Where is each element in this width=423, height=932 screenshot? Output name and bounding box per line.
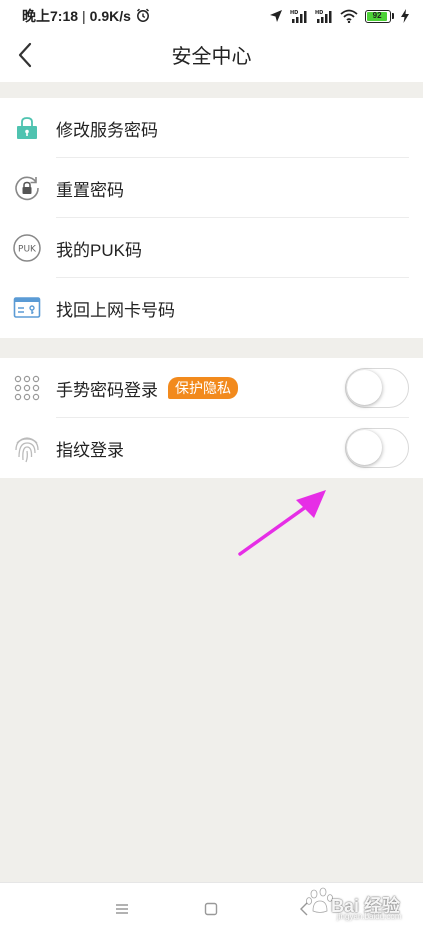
toggle-knob <box>347 430 382 465</box>
annotation-arrow-icon <box>238 490 326 556</box>
status-bar: 晚上7:18 | 0.9K/s HD HD 92 <box>0 0 423 32</box>
list-item-label: 重置密码 <box>56 180 124 200</box>
back-button[interactable] <box>8 40 42 74</box>
status-separator: | <box>82 8 86 24</box>
page-title: 安全中心 <box>171 46 252 68</box>
account-security-list: 修改服务密码 重置密码 PUK 我的PUK码 找回上网卡号码 <box>0 98 423 338</box>
privacy-badge: 保护隐私 <box>168 377 238 399</box>
list-item-fingerprint-login: 指纹登录 <box>0 418 423 478</box>
baidu-jingyan-watermark: Bai 经验 jingyan.baidu.com <box>305 880 415 921</box>
fingerprint-icon <box>12 433 42 463</box>
sim-card-icon <box>12 293 42 323</box>
list-item-retrieve-card-number[interactable]: 找回上网卡号码 <box>0 278 423 338</box>
login-settings-list: 手势密码登录 保护隐私 指纹登录 <box>0 358 423 478</box>
list-item-change-service-password[interactable]: 修改服务密码 <box>0 98 423 158</box>
charging-icon <box>401 9 409 23</box>
list-item-label: 指纹登录 <box>56 440 124 460</box>
status-left: 晚上7:18 | 0.9K/s <box>22 6 151 26</box>
signal-hd-icon: HD <box>315 9 333 23</box>
puk-icon: PUK <box>12 233 42 263</box>
svg-text:HD: HD <box>290 10 298 16</box>
list-item-puk-code[interactable]: PUK 我的PUK码 <box>0 218 423 278</box>
battery-icon: 92 <box>365 9 394 23</box>
list-item-label: 我的PUK码 <box>56 240 142 260</box>
watermark-sub: jingyan.baidu.com <box>337 912 402 921</box>
toggle-knob <box>347 370 382 405</box>
list-item-label: 修改服务密码 <box>56 120 158 140</box>
signal-hd-icon: HD <box>290 9 308 23</box>
list-item-label: 手势密码登录 <box>56 380 158 400</box>
wifi-icon <box>340 9 358 23</box>
battery-level: 92 <box>367 11 388 21</box>
reset-lock-icon <box>12 173 42 203</box>
status-time: 晚上7:18 <box>22 8 79 24</box>
list-item-reset-password[interactable]: 重置密码 <box>0 158 423 218</box>
gesture-dots-icon <box>12 373 42 403</box>
fingerprint-login-toggle[interactable] <box>345 428 409 468</box>
location-icon <box>269 9 283 23</box>
status-speed: 0.9K/s <box>89 8 131 24</box>
chevron-left-icon <box>17 42 33 73</box>
lock-icon <box>12 113 42 143</box>
home-square-icon[interactable] <box>199 897 223 921</box>
alarm-icon <box>135 7 151 26</box>
svg-text:PUK: PUK <box>18 245 37 255</box>
gesture-login-toggle[interactable] <box>345 368 409 408</box>
svg-text:HD: HD <box>315 10 323 16</box>
list-item-label: 找回上网卡号码 <box>56 300 175 320</box>
menu-icon[interactable] <box>110 897 134 921</box>
status-right: HD HD 92 <box>269 9 409 23</box>
header: 安全中心 <box>0 32 423 82</box>
list-item-gesture-login: 手势密码登录 保护隐私 <box>0 358 423 418</box>
